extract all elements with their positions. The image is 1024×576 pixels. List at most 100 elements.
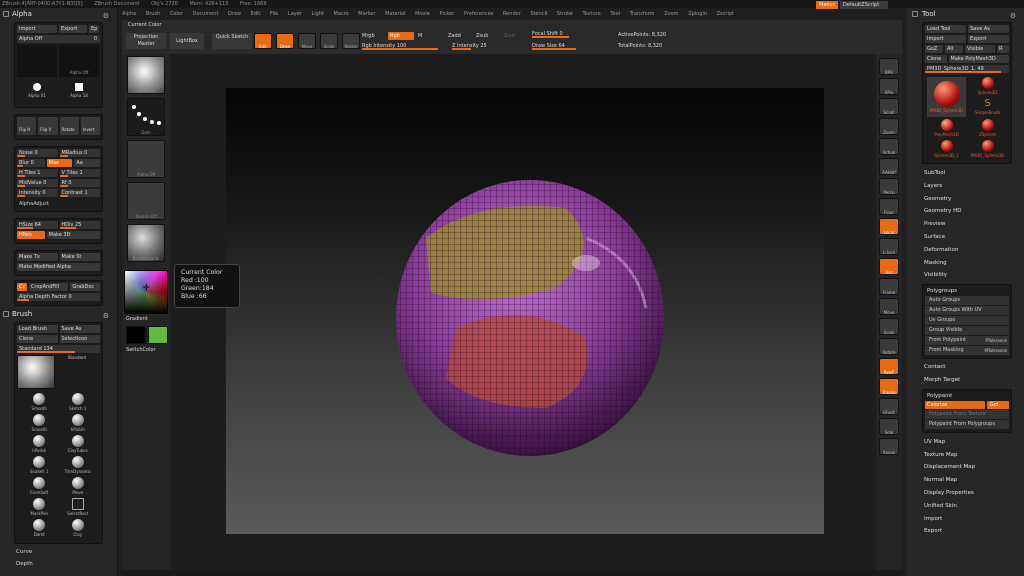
alpha-thumb-58[interactable]: Alpha 58 [59,79,99,103]
tool-sphere3d[interactable]: Sphere3D [968,77,1007,96]
morph-target-subpalette[interactable]: Morph Target [906,374,1024,387]
midvalue-slider[interactable]: MidValue 0 [17,179,58,187]
hres-button[interactable]: HRes [17,231,45,239]
current-tool-slider[interactable]: PM3D_Sphere3D_1. 49 [925,65,1009,73]
focal-shift-slider[interactable]: Focal Shift 0 [532,30,606,38]
hdiv-slider[interactable]: HDiv 25 [59,221,100,229]
gradient-toggle[interactable]: Gradient [126,316,148,322]
layers-subpalette[interactable]: Layers [906,180,1024,193]
default-script-button[interactable]: DefaultZScript [840,1,888,9]
export-subpalette[interactable]: Export [906,525,1024,538]
menu-texture[interactable]: Texture [582,11,600,17]
group-visible-button[interactable]: Group Visible [925,326,1009,336]
standard-brush-thumb[interactable]: Standard [57,355,97,389]
ptolerance-slider[interactable]: PTolerance [986,336,1008,345]
visible-button[interactable]: Visible [965,45,995,53]
shelf-zoom-button[interactable]: Zoom [879,118,899,135]
shelf-xpose-button[interactable]: Xpose [879,438,899,455]
aa-button[interactable]: Aa [74,159,100,167]
alpha-depth-factor-slider[interactable]: Alpha Depth Factor 0 [17,293,100,301]
menu-zplugin[interactable]: Zplugin [688,11,707,17]
edit-button[interactable]: Edit [254,33,272,49]
subtool-subpalette[interactable]: SubTool [906,167,1024,180]
goz-button[interactable]: GoZ [925,45,943,53]
quick-sketch-button[interactable]: Quick Sketch [212,33,252,49]
intensity-slider[interactable]: Intensity 0 [17,189,58,197]
blur-slider[interactable]: Blur 0 [17,159,45,167]
auto-groups-button[interactable]: Auto Groups [925,296,1009,306]
brush-sketch[interactable]: Sketch 1 [62,393,95,413]
current-brush-preview[interactable] [17,355,55,389]
polypaint-header[interactable]: Polypaint [925,392,1009,401]
tool-simplebrush[interactable]: S SimpleBrush [968,98,1007,117]
menu-zscript[interactable]: Zscript [717,11,734,17]
menus-button[interactable]: Menus [816,1,839,9]
sphere-mesh[interactable] [226,88,824,534]
surface-subpalette[interactable]: Surface [906,231,1024,244]
gear-icon[interactable]: ⚙ [103,10,109,22]
secondary-color-swatch[interactable] [148,326,168,344]
brush-snakehook[interactable]: Snakeh 1 [23,456,56,476]
polypaint-from-polygroups-button[interactable]: Polypaint From Polygroups [925,419,1009,429]
switch-color-button[interactable]: SwitchColor [126,347,156,353]
display-properties-subpalette[interactable]: Display Properties [906,487,1024,500]
rgb-button[interactable]: Rgb [388,32,414,40]
brush-smooth-2[interactable]: Smooth [23,414,56,434]
menu-alpha[interactable]: Alpha [122,11,136,17]
menu-render[interactable]: Render [503,11,521,17]
alpha-preview[interactable] [17,45,57,77]
texture-off-shelf[interactable]: Texture Off [127,182,165,220]
material-shelf[interactable]: BasicMaterial [127,224,165,262]
scale-button[interactable]: Scale [320,33,338,49]
brush-move[interactable]: Move [62,477,95,497]
noise-slider[interactable]: Noise 0 [17,149,58,157]
make-modified-alpha-button[interactable]: Make Modified Alpha [17,263,100,271]
menu-stencil[interactable]: Stencil [530,11,547,17]
menu-marker[interactable]: Marker [358,11,375,17]
grd-button[interactable]: Grd [987,400,1009,409]
menu-layer[interactable]: Layer [288,11,302,17]
save-tool-button[interactable]: Save As [968,25,1009,33]
shelf-ghost-button[interactable]: Ghost [879,398,899,415]
auto-groups-uv-button[interactable]: Auto Groups With UV [925,306,1009,316]
brush-dart[interactable]: Darkt [23,519,56,539]
contrast-slider[interactable]: Contrast 1 [59,189,100,197]
menu-document[interactable]: Document [193,11,219,17]
mrgb-button[interactable]: Mrgb [362,33,375,39]
invert-button[interactable]: Invert [80,117,100,135]
shelf-aahalf-button[interactable]: AAHalf [879,158,899,175]
tool-zsphere[interactable]: ZSphere [968,119,1007,138]
shelf-l-sym-button[interactable]: L.Sym [879,238,899,255]
v-tiles-slider[interactable]: V Tiles 1 [59,169,100,177]
z-intensity-slider[interactable]: Z Intensity 25 [452,42,526,50]
zsub-button[interactable]: Zsub [476,33,488,39]
menu-draw[interactable]: Draw [228,11,241,17]
menu-light[interactable]: Light [311,11,323,17]
alpha-ep-button[interactable]: Ep [89,25,99,33]
masking-subpalette[interactable]: Masking [906,257,1024,270]
from-polypaint-button[interactable]: From Polypaint PTolerance [925,336,1009,346]
alpha-off-slider[interactable]: Alpha Off 0 [17,35,100,43]
alpha-thumb-off[interactable]: Alpha Off [59,45,99,77]
alpha-adjust-curve[interactable]: AlphaAdjust [17,199,100,209]
shelf-floor-button[interactable]: Floor [879,198,899,215]
brush-hpolish[interactable]: hPolish [62,414,95,434]
menu-material[interactable]: Material [385,11,405,17]
r-button[interactable]: R [997,45,1009,53]
tool-pm3d-sphere3d[interactable]: PM3D_Sphere3D [968,140,1007,159]
rotate-button[interactable]: Rotate [342,33,360,49]
make-polymesh-button[interactable]: Make PolyMesh3D [948,55,1009,63]
alpha-header[interactable]: Alpha ⚙ [0,8,117,20]
menu-macro[interactable]: Macro [334,11,349,17]
tool-polymesh3d[interactable]: PolyMesh3D [927,119,966,138]
save-brush-button[interactable]: Save As [59,325,100,333]
gear-icon[interactable]: ⚙ [1010,10,1016,22]
menu-brush[interactable]: Brush [146,11,160,17]
all-button[interactable]: All [945,45,963,53]
select-icon-button[interactable]: SelectIcon [59,335,100,343]
tool-sphere3d-1[interactable]: Sphere3D_1 [927,140,966,159]
menu-movie[interactable]: Movie [415,11,430,17]
import-tool-button[interactable]: Import [925,35,966,43]
shelf-rotate-button[interactable]: Rotate [879,338,899,355]
rgb-intensity-slider[interactable]: Rgb Intensity 100 [362,42,438,50]
